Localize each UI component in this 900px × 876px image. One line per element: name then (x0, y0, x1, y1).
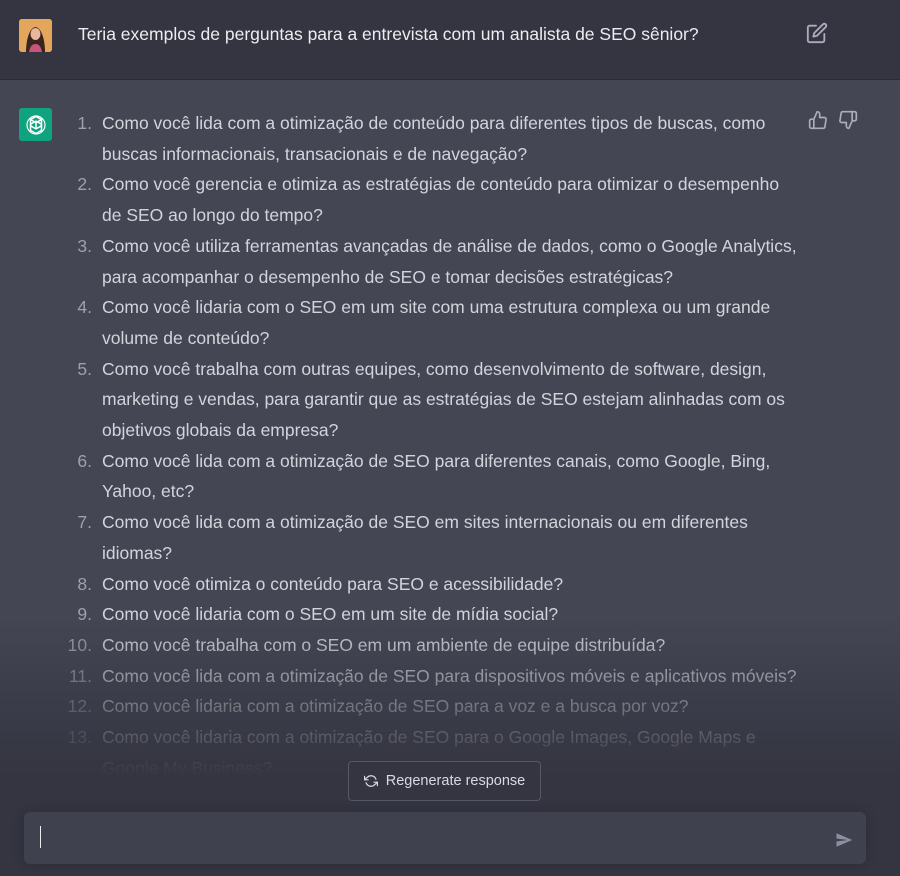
list-item: 3. Como você utiliza ferramentas avançada… (77, 231, 802, 292)
list-item-text: Como você lidaria com a otimização de SE… (102, 696, 689, 717)
list-item: 9. Como você lidaria com o SEO em um site… (77, 599, 802, 630)
list-number: 3. (77, 235, 92, 256)
list-item-text: Como você lidaria com o SEO em um site c… (102, 297, 771, 348)
list-item: 7. Como você lida com a otimização de SEO… (77, 507, 802, 568)
regenerate-response-button[interactable]: Regenerate response (348, 761, 541, 801)
list-item: 2. Como você gerencia e otimiza as estrat… (77, 169, 802, 230)
list-item-text: Como você lidaria com o SEO em um site d… (102, 604, 559, 625)
answer-list: 1. Como você lida com a otimização de con… (68, 108, 802, 814)
list-item: 1. Como você lida com a otimização de con… (77, 108, 802, 169)
list-number: 8. (77, 573, 92, 594)
list-item: 8. Como você otimiza o conteúdo para SEO … (77, 569, 802, 600)
list-item-text: Como você lida com a otimização de conte… (102, 113, 766, 164)
refresh-icon (363, 774, 378, 788)
list-item: 6. Como você lida com a otimização de SEO… (77, 446, 802, 507)
list-item-text: Como você gerencia e otimiza as estratég… (102, 174, 780, 226)
list-item-text: Como você utiliza ferramentas avançadas … (102, 235, 797, 287)
list-number: 7. (77, 512, 92, 533)
list-item-text: Como você lida com a otimização de SEO p… (102, 450, 771, 502)
list-item: 5. Como você trabalha com outras equipes,… (77, 354, 802, 446)
send-icon[interactable] (835, 831, 853, 849)
list-item-text: Como você lida com a otimização de SEO e… (102, 512, 748, 563)
user-message-text: Teria exemplos de perguntas para a entre… (78, 24, 699, 44)
list-item: 12. Como você lidaria com a otimização de… (68, 691, 802, 722)
message-composer (24, 812, 866, 866)
list-number: 6. (77, 450, 92, 471)
list-number: 9. (77, 604, 92, 625)
list-item: 10. Como você trabalha com o SEO em um am… (68, 630, 802, 661)
text-caret (40, 826, 41, 848)
edit-icon[interactable] (806, 22, 828, 44)
list-item-text: Como você trabalha com outras equipes, c… (102, 358, 785, 441)
list-item-text: Como você lida com a otimização de SEO p… (102, 665, 797, 686)
thumbs-down-icon[interactable] (838, 110, 858, 130)
list-number: 11. (68, 665, 92, 686)
user-message-row: Teria exemplos de perguntas para a entre… (0, 0, 900, 80)
user-avatar-icon (19, 19, 52, 52)
list-item-text: Como você otimiza o conteúdo para SEO e … (102, 573, 564, 594)
list-item-text: Como você trabalha com o SEO em um ambie… (102, 634, 666, 655)
list-number: 5. (77, 358, 92, 379)
list-number: 4. (77, 297, 92, 318)
regenerate-label: Regenerate response (385, 773, 526, 789)
list-number: 12. (67, 696, 92, 717)
list-number: 14. (67, 788, 92, 809)
list-item: 4. Como você lidaria com o SEO em um site… (77, 292, 802, 353)
assistant-message-row: 1. Como você lida com a otimização de con… (0, 81, 900, 876)
list-number: 2. (77, 174, 92, 195)
message-input[interactable] (34, 812, 818, 866)
list-item: 11. Como você lida com a otimização de SE… (69, 661, 802, 692)
thumbs-up-icon[interactable] (808, 110, 828, 130)
list-number: 1. (77, 113, 92, 133)
list-number: 13. (67, 727, 92, 748)
openai-logo-icon (19, 108, 52, 141)
list-number: 10. (67, 634, 92, 655)
